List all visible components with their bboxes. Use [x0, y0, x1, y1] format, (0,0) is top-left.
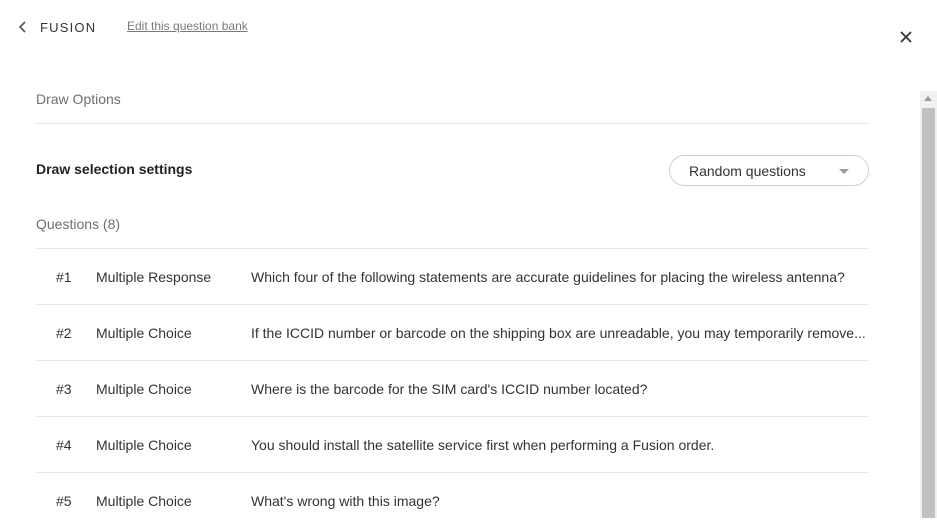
question-text: If the ICCID number or barcode on the sh… [251, 325, 866, 341]
draw-selection-settings-label: Draw selection settings [36, 161, 193, 177]
question-type: Multiple Choice [96, 325, 192, 341]
draw-selection-dropdown[interactable]: Random questions [669, 155, 869, 186]
question-row[interactable]: #4 Multiple Choice You should install th… [36, 416, 869, 472]
question-text: Where is the barcode for the SIM card's … [251, 381, 648, 397]
edit-question-bank-link[interactable]: Edit this question bank [127, 19, 248, 33]
divider [36, 123, 869, 124]
question-row[interactable]: #2 Multiple Choice If the ICCID number o… [36, 304, 869, 360]
questions-title: Questions (8) [36, 216, 121, 232]
question-type: Multiple Response [96, 269, 212, 285]
question-row[interactable]: #5 Multiple Choice What's wrong with thi… [36, 472, 869, 528]
question-number: #4 [56, 437, 72, 453]
back-button[interactable]: FUSION [18, 18, 96, 36]
question-row[interactable]: #1 Multiple Response Which four of the f… [36, 248, 869, 304]
question-type: Multiple Choice [96, 493, 192, 509]
back-label: FUSION [40, 19, 97, 35]
scrollbar-thumb[interactable] [922, 108, 935, 518]
question-row[interactable]: #3 Multiple Choice Where is the barcode … [36, 360, 869, 416]
close-icon[interactable] [897, 28, 915, 46]
question-number: #3 [56, 381, 72, 397]
question-number: #2 [56, 325, 72, 341]
top-bar: FUSION Edit this question bank [0, 0, 937, 55]
caret-down-icon [839, 169, 849, 174]
question-text: What's wrong with this image? [251, 493, 440, 509]
question-number: #1 [56, 269, 72, 285]
draw-selection-value: Random questions [689, 163, 806, 179]
scroll-up-arrow-icon[interactable] [920, 91, 937, 107]
question-text: You should install the satellite service… [251, 437, 715, 453]
vertical-scrollbar[interactable] [920, 91, 937, 518]
draw-options-title: Draw Options [36, 91, 121, 107]
question-type: Multiple Choice [96, 437, 192, 453]
question-text: Which four of the following statements a… [251, 269, 845, 285]
question-list: #1 Multiple Response Which four of the f… [36, 248, 869, 528]
question-number: #5 [56, 493, 72, 509]
chevron-left-icon [18, 21, 26, 33]
question-type: Multiple Choice [96, 381, 192, 397]
